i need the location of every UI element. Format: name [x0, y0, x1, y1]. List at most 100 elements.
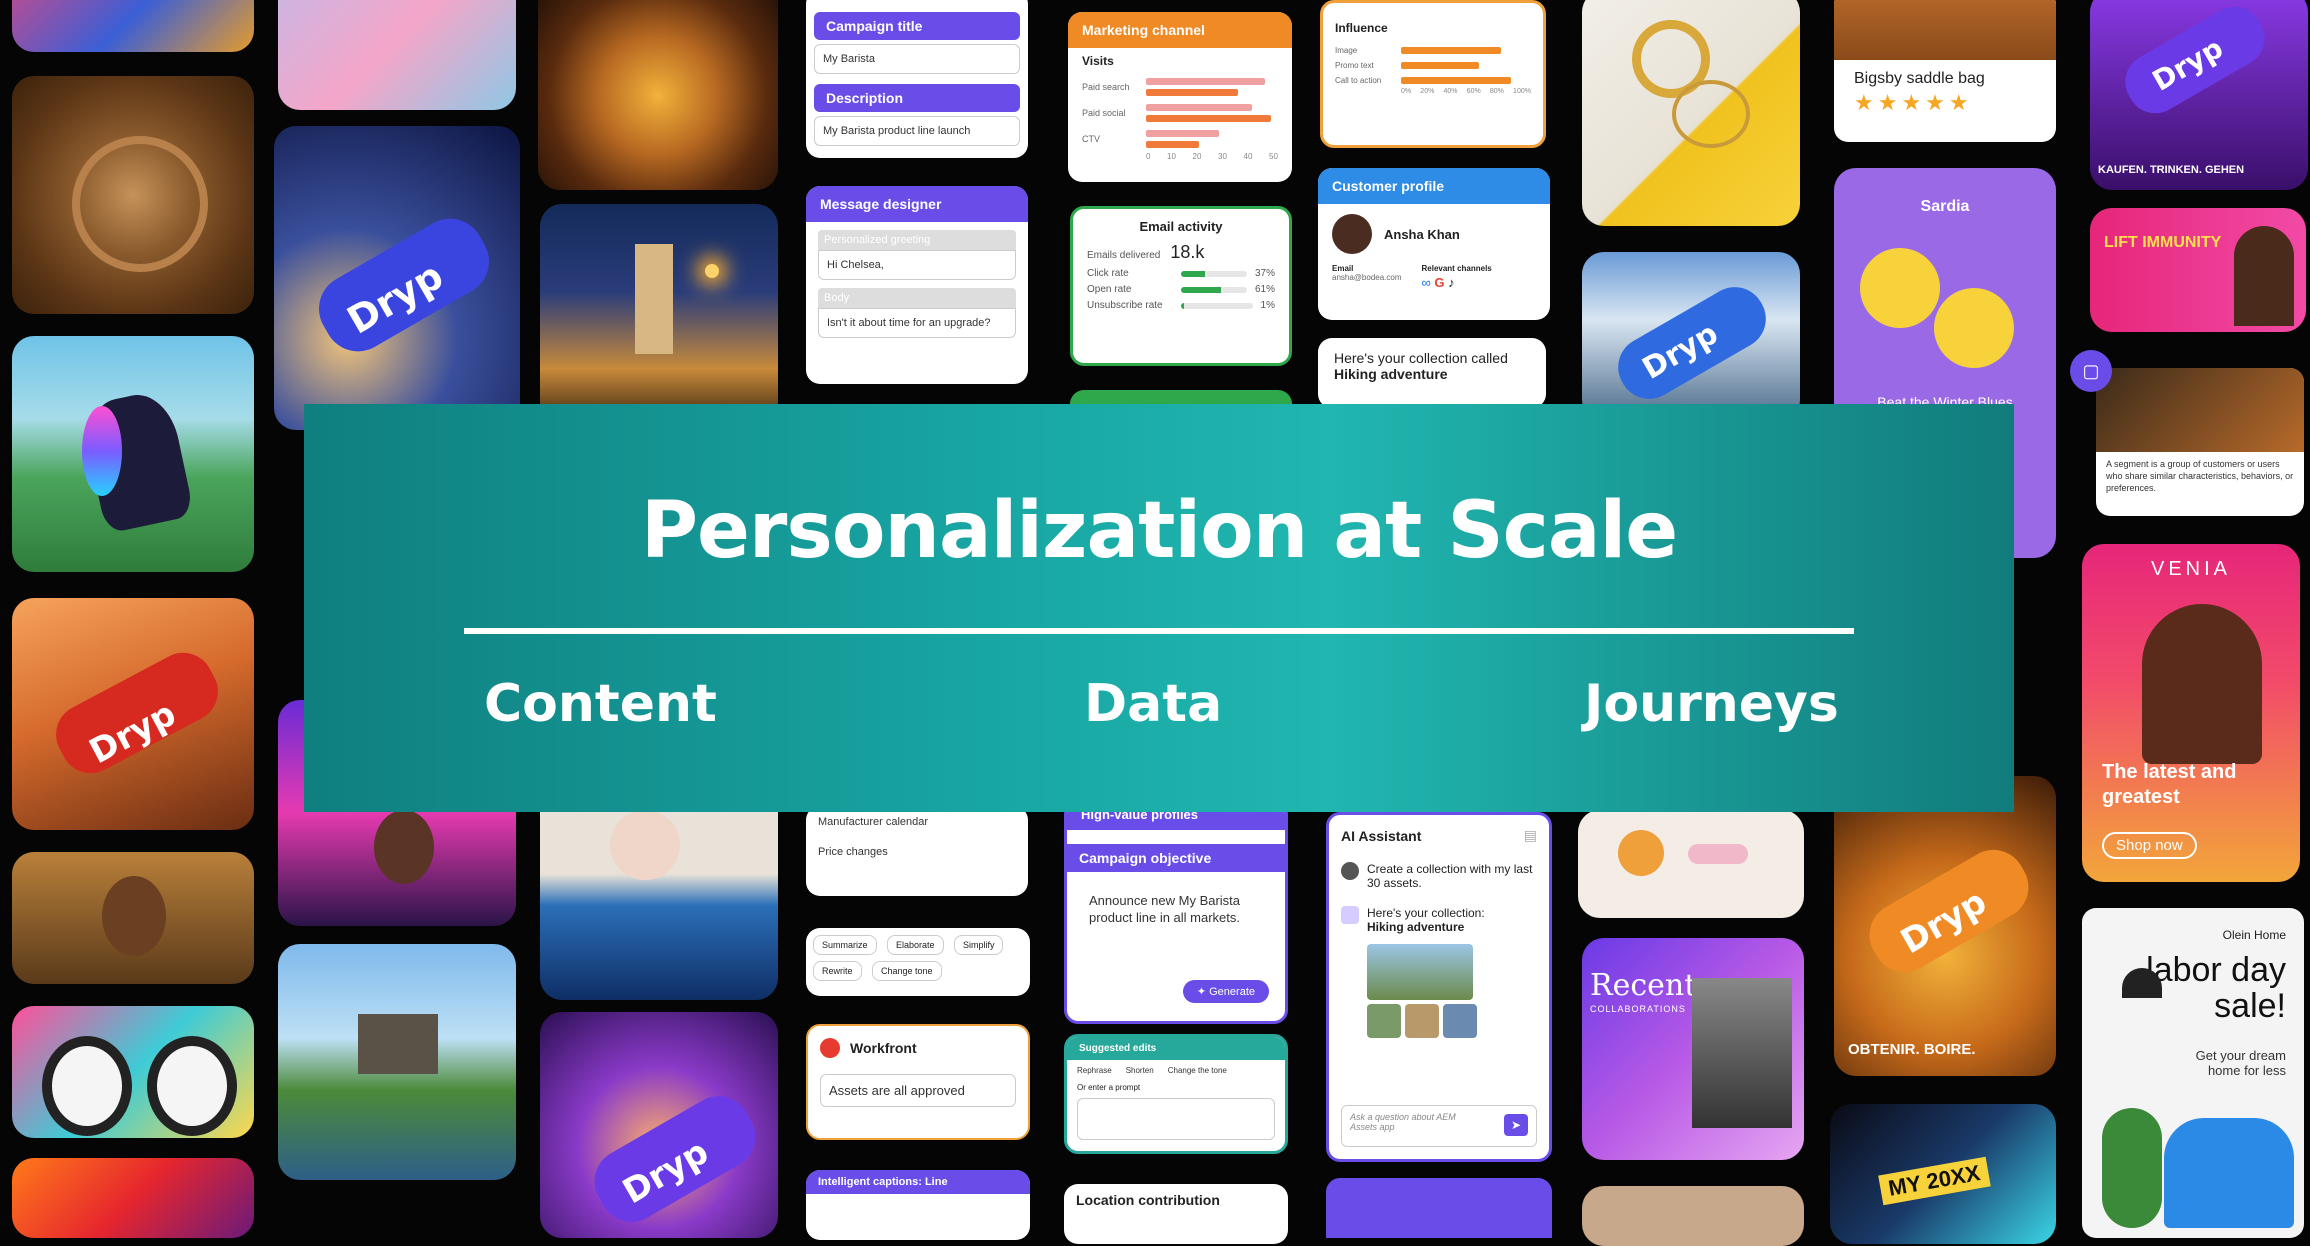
campaign-form-card: Campaign title My Barista Description My…	[806, 0, 1028, 158]
suggested-edits-title: Suggested edits	[1067, 1037, 1285, 1060]
segment-image	[2096, 368, 2304, 452]
ask-placeholder: Ask a question about AEM Assets app	[1350, 1112, 1456, 1132]
personalization-banner: Personalization at Scale Content Data Jo…	[304, 404, 2014, 812]
cat-art-tile	[278, 0, 516, 110]
axis-tick: 0%	[1401, 88, 1412, 95]
metric-value: 37%	[1254, 268, 1275, 279]
customer-profile-card: Customer profile Ansha Khan Email ansha@b…	[1318, 168, 1550, 320]
ask-input[interactable]: Ask a question about AEM Assets app ➤	[1341, 1105, 1537, 1147]
tokyo-text: MY 20XX	[1878, 1156, 1991, 1206]
portrait-face	[102, 876, 166, 956]
lift-banner-tile: LIFT IMMUNITY	[2090, 208, 2306, 332]
influence-row-label: Call to action	[1335, 76, 1382, 85]
axis-tick: 40%	[1443, 88, 1458, 95]
greeting-input[interactable]: Hi Chelsea,	[818, 250, 1016, 280]
emails-delivered-label: Emails delivered	[1087, 250, 1161, 261]
segment-card: A segment is a group of customers or use…	[2096, 368, 2304, 516]
saddle-bag-image	[1834, 0, 2056, 60]
influence-bar	[1401, 47, 1501, 54]
thumbnail[interactable]	[1367, 1004, 1401, 1038]
emoji-laugh	[1860, 248, 1940, 328]
marketing-channel-card: Marketing channel Visits Paid search Pai…	[1068, 12, 1292, 182]
workfront-title: Workfront	[850, 1040, 917, 1056]
burger-tile	[538, 0, 778, 190]
pearl-ring	[1672, 80, 1750, 148]
email-activity-card: Email activity Emails delivered 18.k Cli…	[1070, 206, 1292, 366]
street-lamp	[705, 264, 719, 278]
venia-brand: VENIA	[2150, 558, 2232, 580]
campaign-title-label: Campaign title	[814, 12, 1020, 40]
google-icon: G	[1434, 275, 1445, 290]
campaign-objective-title: Campaign objective	[1067, 844, 1285, 872]
rewrite-chip[interactable]: Rewrite	[813, 961, 862, 981]
elaborate-chip[interactable]: Elaborate	[886, 935, 944, 955]
recent-collab-tile: Recent COLLABORATIONS	[1582, 938, 1804, 1160]
suggested-edits-card: Suggested edits Rephrase Shorten Change …	[1064, 1034, 1288, 1154]
axis-tick: 50	[1269, 152, 1278, 161]
price-changes-card: Manufacturer calendar Price changes	[806, 806, 1028, 896]
thumbnail[interactable]	[1443, 1004, 1477, 1038]
channel-bar	[1146, 100, 1278, 126]
chat-icon[interactable]: ▤	[1524, 827, 1537, 844]
workfront-card: Workfront Assets are all approved	[806, 1024, 1030, 1140]
person-head	[374, 810, 434, 884]
purple-bottle-de-tile: Dryp KAUFEN. TRINKEN. GEHEN	[2090, 0, 2308, 190]
venia-headline: The latest and greatest	[2102, 761, 2237, 808]
shorten-option[interactable]: Shorten	[1126, 1066, 1154, 1075]
campaign-objective-input[interactable]: Announce new My Barista product line in …	[1081, 884, 1271, 934]
chat-badge-icon[interactable]: ▢	[2070, 350, 2112, 392]
rephrase-option[interactable]: Rephrase	[1077, 1066, 1112, 1075]
axis-tick: 40	[1243, 152, 1253, 161]
unicorn-tile	[12, 336, 254, 572]
body-input[interactable]: Isn't it about time for an upgrade?	[818, 308, 1016, 338]
summarize-chip[interactable]: Summarize	[813, 935, 877, 955]
change-tone-option[interactable]: Change the tone	[1168, 1066, 1227, 1075]
body-label: Body	[818, 288, 1016, 308]
thumbnail[interactable]	[1367, 944, 1473, 1000]
panda-left	[42, 1036, 132, 1136]
lift-model	[2234, 226, 2294, 326]
collection-note-card: Here's your collection called Hiking adv…	[1318, 338, 1546, 408]
influence-bar	[1401, 77, 1511, 84]
assistant-reply-line2: Hiking adventure	[1367, 920, 1465, 934]
influence-row-label: Image	[1335, 46, 1358, 55]
wall-tile	[1582, 1186, 1804, 1246]
shop-now-button[interactable]: Shop now	[2102, 832, 2197, 859]
pillar-content: Content	[484, 674, 717, 734]
change-tone-chip[interactable]: Change tone	[871, 961, 942, 981]
simplify-chip[interactable]: Simplify	[953, 935, 1004, 955]
axis-tick: 0	[1146, 152, 1151, 161]
influence-row-label: Promo text	[1335, 61, 1374, 70]
thumbnail[interactable]	[1405, 1004, 1439, 1038]
panda-right	[147, 1036, 237, 1136]
channel-ctv: CTV	[1082, 134, 1100, 144]
blue-chair	[2164, 1118, 2294, 1228]
campaign-title-input[interactable]: My Barista	[814, 44, 1020, 74]
rewrite-toolbar-card: Summarize Elaborate Simplify Rewrite Cha…	[806, 928, 1030, 996]
labor-day-card: Olein Home labor day sale! Get your drea…	[2082, 908, 2304, 1238]
send-icon[interactable]: ➤	[1504, 1114, 1528, 1136]
collection-note-line2: Hiking adventure	[1334, 366, 1448, 382]
workfront-logo-icon	[820, 1038, 840, 1058]
open-rate-bar	[1181, 286, 1222, 293]
generate-label: Generate	[1209, 986, 1255, 998]
purple-bottle-tile: Dryp	[540, 1012, 778, 1238]
night-street-tile	[540, 204, 778, 424]
prompt-input[interactable]	[1077, 1098, 1275, 1140]
greeting-label: Personalized greeting	[818, 230, 1016, 250]
collection-thumbnails	[1367, 944, 1537, 1038]
customer-profile-title: Customer profile	[1318, 168, 1550, 204]
user-avatar	[1341, 862, 1359, 880]
tiktok-icon: ♪	[1448, 275, 1455, 290]
venia-model	[2142, 604, 2262, 764]
generate-button[interactable]: ✦ Generate	[1182, 980, 1269, 1003]
orange-fruit	[1618, 830, 1664, 876]
unicorn-mane	[82, 406, 122, 496]
channel-paid-search: Paid search	[1082, 82, 1130, 92]
collab-photo	[1692, 978, 1792, 1128]
fire-tile	[12, 1158, 254, 1238]
influence-title: Influence	[1335, 21, 1388, 35]
channels-label: Relevant channels	[1421, 264, 1492, 273]
banner-title: Personalization at Scale	[640, 486, 1678, 576]
description-input[interactable]: My Barista product line launch	[814, 116, 1020, 146]
